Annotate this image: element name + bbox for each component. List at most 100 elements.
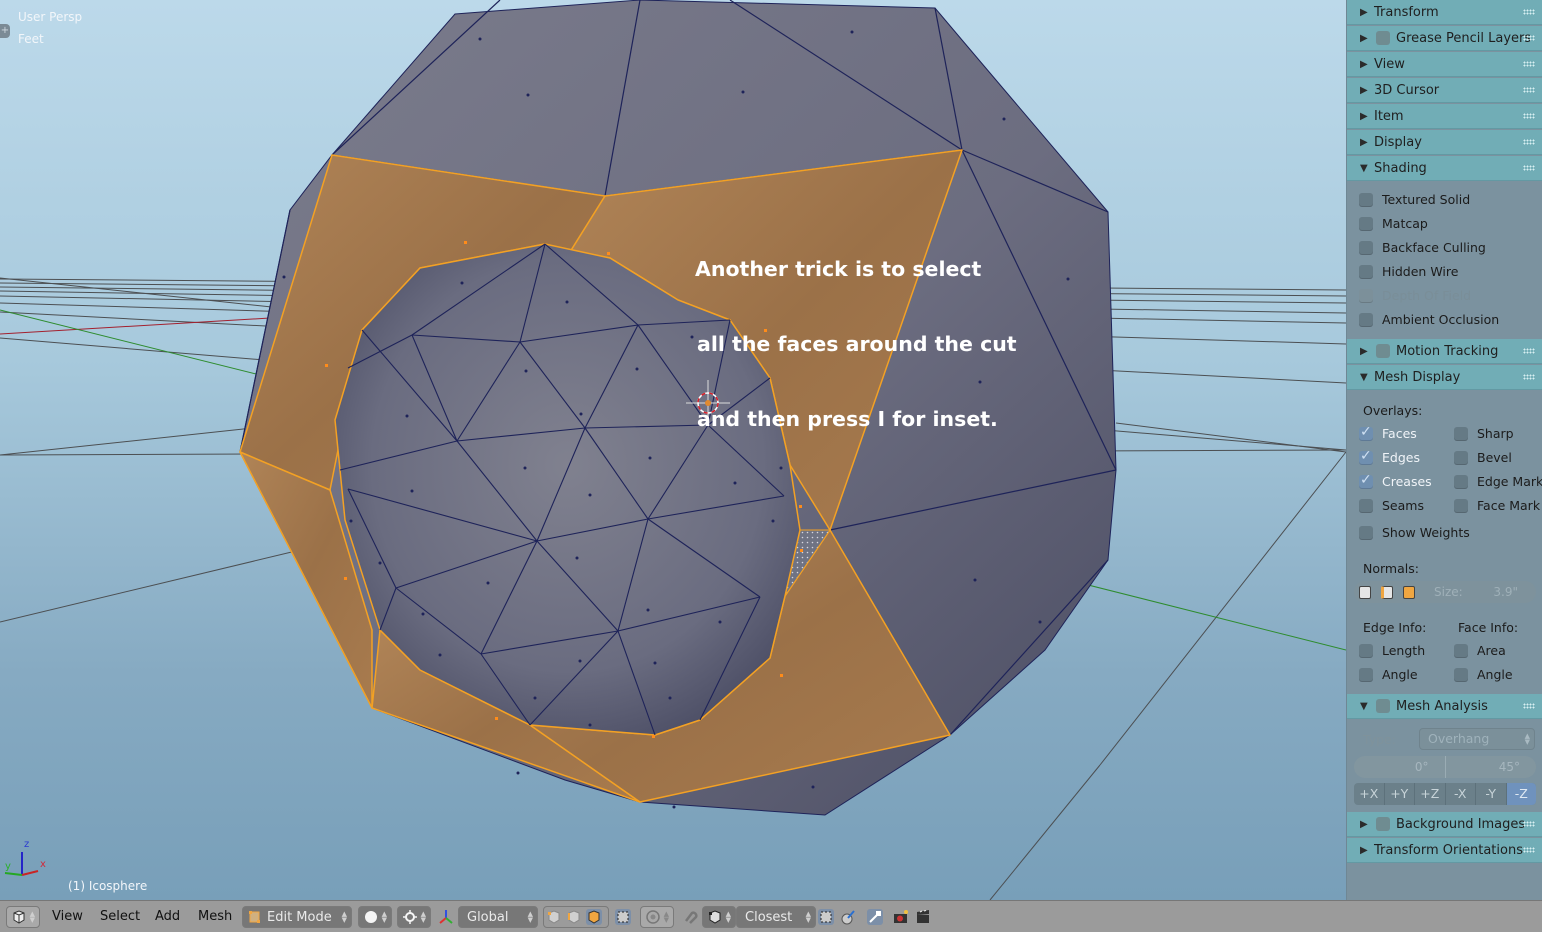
face-select-icon[interactable]	[586, 909, 602, 925]
drag-grip-icon[interactable]	[1523, 113, 1535, 119]
transform-orientation-select[interactable]: Global ▲ ▼	[458, 906, 538, 928]
panel-enable-checkbox[interactable]	[1376, 817, 1390, 831]
seams-overlay-checkbox[interactable]: Seams	[1359, 498, 1424, 513]
panel-mesh-display[interactable]: ▼ Mesh Display	[1347, 365, 1542, 390]
updown-arrows-icon: ▲ ▼	[527, 910, 533, 924]
ambient-occlusion-checkbox[interactable]: Ambient Occlusion	[1359, 312, 1499, 327]
show-weights-checkbox[interactable]: Show Weights	[1359, 525, 1470, 540]
edge-length-checkbox[interactable]: Length	[1359, 643, 1425, 658]
drag-grip-icon[interactable]	[1523, 139, 1535, 145]
panel-motion-tracking[interactable]: ▶ Motion Tracking	[1347, 339, 1542, 364]
hidden-wire-checkbox[interactable]: Hidden Wire	[1359, 264, 1458, 279]
snap-target-select[interactable]: Closest ▲ ▼	[736, 906, 816, 928]
creases-overlay-checkbox[interactable]: Creases	[1359, 472, 1432, 489]
collapsed-triangle-icon: ▶	[1360, 136, 1368, 148]
editor-type-button[interactable]: ▲ ▼	[6, 906, 40, 928]
panel-enable-checkbox[interactable]	[1376, 344, 1390, 358]
drag-grip-icon[interactable]	[1523, 821, 1535, 827]
split-normals-toggle[interactable]	[1376, 582, 1398, 602]
vertex-normals-toggle[interactable]	[1354, 582, 1376, 602]
panel-transform-orientations[interactable]: ▶ Transform Orientations	[1347, 838, 1542, 863]
vertex-select-icon[interactable]	[546, 909, 562, 925]
panel-view[interactable]: ▶ View	[1347, 52, 1542, 77]
expanded-triangle-icon: ▼	[1360, 162, 1368, 174]
updown-arrows-icon: ▲ ▼	[29, 910, 35, 924]
edges-overlay-checkbox[interactable]: Edges	[1359, 448, 1420, 465]
backface-culling-checkbox[interactable]: Backface Culling	[1359, 240, 1486, 255]
checkbox-label: Edges	[1382, 450, 1420, 465]
edge-angle-checkbox[interactable]: Angle	[1359, 667, 1418, 682]
render-opengl-icon[interactable]	[893, 909, 909, 925]
size-label: Size:	[1434, 585, 1463, 599]
manipulator-axes-icon[interactable]	[438, 909, 454, 925]
normals-size-field[interactable]: Size: 3.9"	[1420, 585, 1536, 599]
viewport-shading-select[interactable]: ▲ ▼	[358, 906, 392, 928]
pivot-point-select[interactable]: ▲ ▼	[397, 906, 431, 928]
viewport-shading-sphere-icon	[365, 911, 377, 923]
snap-element-select[interactable]: ▲ ▼	[702, 906, 736, 928]
face-mark-overlay-checkbox[interactable]: Face Mark	[1454, 498, 1540, 513]
panel-item[interactable]: ▶ Item	[1347, 104, 1542, 129]
sharp-overlay-checkbox[interactable]: Sharp	[1454, 426, 1514, 441]
matcap-checkbox[interactable]: Matcap	[1359, 216, 1428, 231]
snap-magnet-icon[interactable]	[682, 909, 698, 925]
menu-view[interactable]: View	[52, 909, 83, 924]
panel-mesh-analysis[interactable]: ▼ Mesh Analysis	[1347, 694, 1542, 719]
faces-overlay-checkbox[interactable]: Faces	[1359, 424, 1417, 441]
drag-grip-icon[interactable]	[1523, 847, 1535, 853]
checkbox-checked-icon	[1359, 448, 1373, 465]
range-min: 0°	[1354, 756, 1446, 778]
checkbox-label: Angle	[1382, 667, 1418, 682]
checkbox-icon	[1454, 426, 1468, 441]
drag-grip-icon[interactable]	[1523, 9, 1535, 15]
toolshelf-expand-button[interactable]: +	[0, 24, 10, 38]
axis-plus-x-button: +X	[1354, 783, 1385, 805]
face-angle-checkbox[interactable]: Angle	[1454, 667, 1513, 682]
checkbox-icon	[1359, 312, 1373, 327]
split-normal-icon	[1381, 585, 1393, 599]
align-rotation-icon[interactable]	[840, 909, 856, 925]
checkbox-checked-icon	[1359, 472, 1373, 489]
proportional-edit-select[interactable]: ▲ ▼	[640, 906, 674, 928]
scene-canvas[interactable]	[0, 0, 1346, 900]
menu-select[interactable]: Select	[100, 909, 140, 924]
vertex-normal-icon	[1359, 585, 1371, 599]
drag-grip-icon[interactable]	[1523, 703, 1535, 709]
analysis-range-field: 0° 45°	[1354, 756, 1536, 778]
panel-3d-cursor[interactable]: ▶ 3D Cursor	[1347, 78, 1542, 103]
mode-select[interactable]: Edit Mode ▲ ▼	[242, 906, 352, 928]
annotation-line: Another trick is to select	[695, 257, 982, 281]
face-normal-icon	[1403, 585, 1415, 599]
collapsed-triangle-icon: ▶	[1360, 110, 1368, 122]
textured-solid-checkbox[interactable]: Textured Solid	[1359, 192, 1470, 207]
limit-selection-visible-icon[interactable]	[615, 909, 631, 925]
panel-shading[interactable]: ▼ Shading	[1347, 156, 1542, 181]
drag-grip-icon[interactable]	[1523, 374, 1535, 380]
3d-viewport[interactable]: z x y + User Persp Feet (1) Icosphere An…	[0, 0, 1346, 900]
face-area-checkbox[interactable]: Area	[1454, 643, 1506, 658]
snap-project-icon[interactable]	[867, 909, 883, 925]
panel-enable-checkbox[interactable]	[1376, 699, 1390, 713]
checkbox-label: Area	[1477, 643, 1506, 658]
annotation-line: all the faces around the cut	[697, 332, 1017, 356]
edge-mark-overlay-checkbox[interactable]: Edge Mark	[1454, 474, 1542, 489]
panel-background-images[interactable]: ▶ Background Images	[1347, 812, 1542, 837]
panel-grease-pencil-layers[interactable]: ▶ Grease Pencil Layers	[1347, 26, 1542, 51]
render-animation-icon[interactable]	[915, 909, 931, 925]
drag-grip-icon[interactable]	[1523, 87, 1535, 93]
panel-enable-checkbox[interactable]	[1376, 31, 1390, 45]
bevel-overlay-checkbox[interactable]: Bevel	[1454, 450, 1512, 465]
drag-grip-icon[interactable]	[1523, 61, 1535, 67]
drag-grip-icon[interactable]	[1523, 165, 1535, 171]
snap-self-icon[interactable]	[818, 909, 834, 925]
viewport-header: ▲ ▼ View Select Add Mesh Edit Mode ▲ ▼ ▲ ▼ …	[0, 900, 1542, 932]
drag-grip-icon[interactable]	[1523, 35, 1535, 41]
edge-select-icon[interactable]	[566, 909, 582, 925]
select-mode-group	[543, 906, 609, 928]
panel-transform[interactable]: ▶ Transform	[1347, 0, 1542, 25]
drag-grip-icon[interactable]	[1523, 348, 1535, 354]
menu-add[interactable]: Add	[155, 909, 180, 924]
face-normals-toggle[interactable]	[1398, 582, 1420, 602]
menu-mesh[interactable]: Mesh	[198, 909, 232, 924]
panel-display[interactable]: ▶ Display	[1347, 130, 1542, 155]
